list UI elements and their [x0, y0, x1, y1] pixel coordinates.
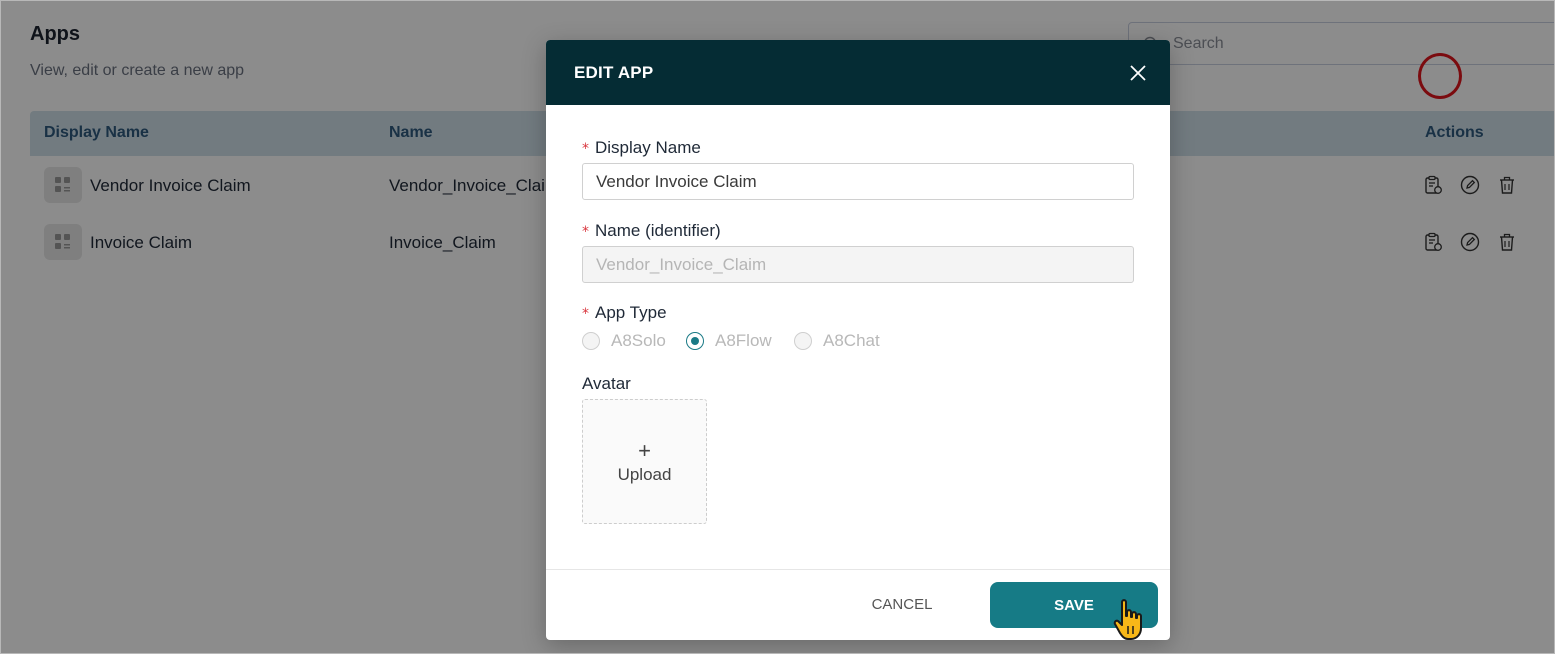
app-type-label: * App Type: [582, 303, 667, 322]
avatar-upload[interactable]: + Upload: [582, 399, 707, 524]
footer-divider: [546, 569, 1170, 570]
display-name-label: * Display Name: [582, 138, 701, 157]
upload-label: Upload: [617, 465, 672, 484]
radio-circle: [794, 332, 812, 350]
radio-label: A8Flow: [715, 331, 772, 350]
radio-circle: [582, 332, 600, 350]
hand-pointer-icon: [1113, 599, 1142, 640]
dialog-header: EDIT APP: [546, 40, 1170, 105]
avatar-label: Avatar: [582, 374, 631, 393]
name-identifier-input: [582, 246, 1134, 283]
radio-label: A8Chat: [823, 331, 880, 350]
radio-label: A8Solo: [611, 331, 666, 350]
plus-icon: +: [638, 438, 651, 463]
app-window: Apps View, edit or create a new app Disp…: [0, 0, 1555, 654]
name-identifier-label: * Name (identifier): [582, 221, 721, 240]
required-indicator: *: [582, 141, 589, 157]
edit-app-dialog: EDIT APP *Display Name *Name (identifier…: [546, 40, 1170, 640]
radio-circle-selected: [686, 332, 704, 350]
dialog-title: EDIT APP: [574, 63, 654, 82]
cancel-button[interactable]: CANCEL: [856, 588, 948, 620]
display-name-input[interactable]: [582, 163, 1134, 200]
close-icon[interactable]: [1130, 65, 1146, 81]
required-indicator: *: [582, 224, 589, 240]
required-indicator: *: [582, 306, 589, 322]
